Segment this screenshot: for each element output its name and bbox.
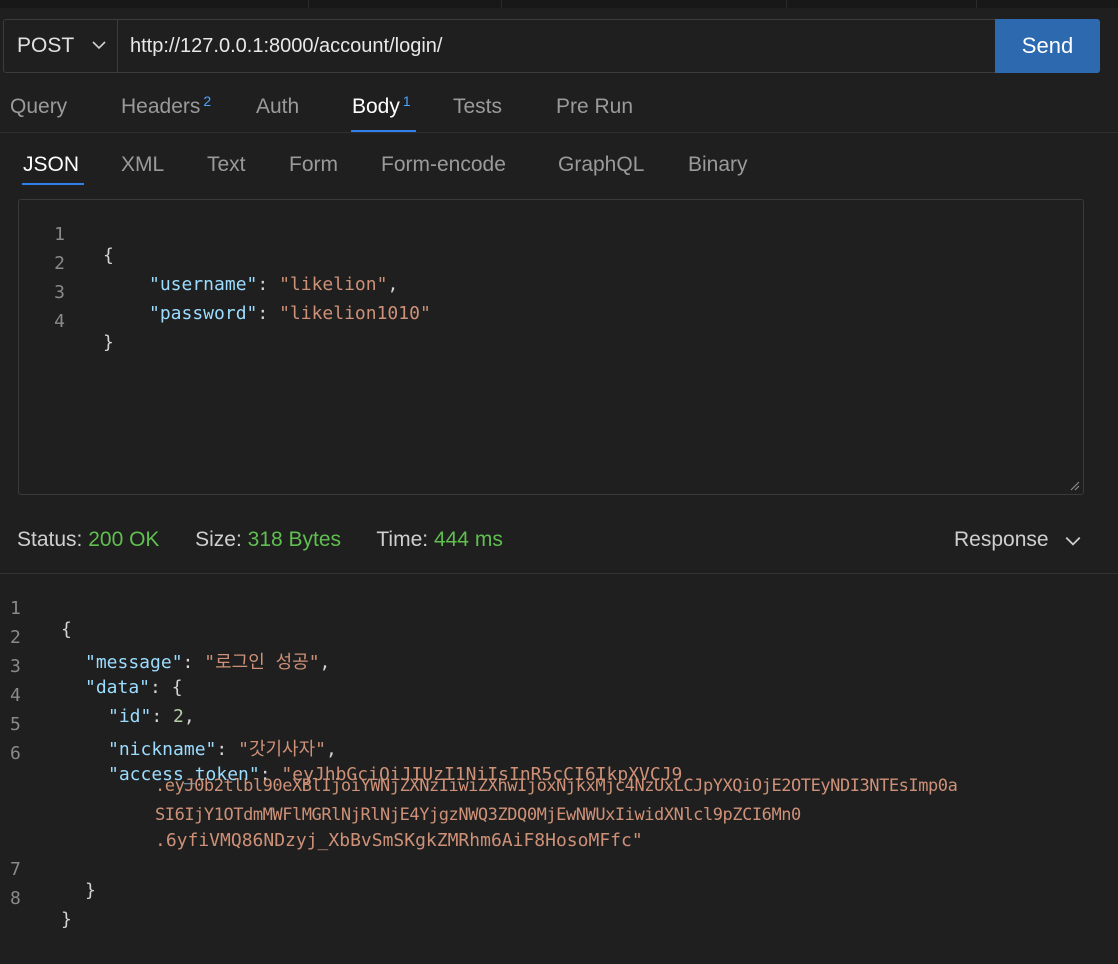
tab-badge: 1 [402, 93, 411, 109]
code-text: { [103, 245, 114, 266]
tab-query[interactable]: Query [10, 95, 67, 119]
code-line: 4 "id": 2, [0, 664, 195, 727]
time-label: Time: [376, 528, 429, 551]
code-line: 3 "data": { [0, 635, 183, 698]
method-label: POST [17, 34, 75, 57]
url-input[interactable]: http://127.0.0.1:8000/account/login/ [130, 20, 442, 72]
code-text: { [61, 619, 72, 640]
body-tab-text[interactable]: Text [207, 153, 246, 177]
body-tab-form[interactable]: Form [289, 153, 338, 177]
tab-auth[interactable]: Auth [256, 95, 299, 119]
chevron-down-icon [92, 41, 106, 50]
size-value: 318 Bytes [247, 528, 342, 551]
json-key: "password" [149, 303, 258, 324]
status-label: Status: [17, 528, 83, 551]
send-button[interactable]: Send [995, 19, 1100, 73]
method-select[interactable]: POST [4, 20, 118, 72]
line-number: 8 [10, 888, 21, 909]
code-line: 8 } [0, 867, 72, 930]
json-string: .6yfiVMQ86NDzyj_XbBvSmSKgkZMRhm6AiF8Hoso… [155, 830, 643, 851]
status-value: 200 OK [88, 528, 160, 551]
code-line: 5 "nickname": "갓기사자", [0, 693, 337, 760]
json-string: "likelion1010" [279, 303, 431, 324]
code-text: "password": "likelion1010" [149, 303, 431, 324]
json-key: "message" [85, 652, 183, 673]
url-bar: POST http://127.0.0.1:8000/account/login… [3, 19, 1100, 73]
code-text: } [103, 332, 114, 353]
json-string: "갓기사자" [238, 739, 326, 760]
top-tab-segment[interactable] [976, 0, 1118, 8]
json-key: "username" [149, 274, 258, 295]
tab-label: Headers [121, 95, 201, 118]
time-value: 444 ms [433, 528, 503, 551]
code-line: 2 "username": "likelion", [19, 232, 398, 295]
response-view-dropdown[interactable]: Response [954, 528, 1081, 552]
code-text: "data": { [85, 677, 183, 698]
json-key: "data" [85, 677, 151, 698]
json-key: "id" [108, 706, 152, 727]
body-tab-json[interactable]: JSON [23, 153, 79, 177]
chevron-down-icon [1065, 536, 1081, 546]
tab-pre-run[interactable]: Pre Run [556, 95, 633, 119]
body-tab-form-encode[interactable]: Form-encode [381, 153, 506, 177]
json-string: .eyJ0b2tlbl90eXBlIjoiYWNjZXNzIiwiZXhwIjo… [155, 776, 958, 825]
code-line-wrap: .6yfiVMQ86NDzyj_XbBvSmSKgkZMRhm6AiF8Hoso… [0, 809, 643, 851]
code-line: 7 } [0, 838, 96, 901]
tab-label: Body [352, 95, 400, 118]
body-tab-binary[interactable]: Binary [688, 153, 748, 177]
code-text: "nickname": "갓기사자", [108, 739, 337, 760]
divider [0, 573, 1118, 574]
body-tab-graphql[interactable]: GraphQL [558, 153, 644, 177]
tab-label: Pre Run [556, 95, 634, 118]
code-line: 1 { [0, 577, 72, 640]
code-text: } [85, 880, 96, 901]
tab-badge: 2 [203, 93, 212, 109]
json-key: "nickname" [108, 739, 217, 760]
tab-label: Auth [256, 95, 300, 118]
request-body-editor[interactable]: 1 { 2 "username": "likelion", 3 "passwor… [18, 199, 1084, 495]
top-tab-strip [0, 0, 1118, 8]
resize-handle-icon[interactable] [1068, 479, 1080, 491]
code-line: 2 "message": "로그인 성공", [0, 606, 330, 673]
code-line-wrap: .eyJ0b2tlbl90eXBlIjoiYWNjZXNzIiwiZXhwIjo… [0, 751, 958, 825]
tab-label: Tests [453, 95, 503, 118]
code-line: 1 { [19, 203, 114, 266]
top-tab-segment[interactable] [0, 0, 309, 8]
dropdown-label: Response [954, 528, 1049, 551]
top-tab-segment[interactable] [309, 0, 502, 8]
code-line: 3 "password": "likelion1010" [19, 261, 431, 324]
divider [0, 132, 1118, 133]
code-line: 4 } [19, 290, 114, 353]
code-line: 6 "access_token": "eyJhbGciOiJIUzI1NiIsI… [0, 722, 682, 785]
tab-label: Query [10, 95, 68, 118]
line-number: 4 [54, 311, 65, 332]
active-body-tab-indicator [22, 183, 84, 185]
body-tab-xml[interactable]: XML [121, 153, 164, 177]
size-label: Size: [195, 528, 242, 551]
code-text: "id": 2, [108, 706, 195, 727]
code-text: "username": "likelion", [149, 274, 399, 295]
tab-tests[interactable]: Tests [453, 95, 502, 119]
tab-body[interactable]: Body 1 [352, 93, 411, 119]
tab-headers[interactable]: Headers 2 [121, 93, 212, 119]
response-status-bar: Status: 200 OK Size: 318 Bytes Time: 444… [17, 528, 503, 552]
json-string: "likelion" [279, 274, 388, 295]
json-string: "로그인 성공" [204, 652, 320, 673]
json-number: 2 [173, 706, 184, 727]
code-text: "message": "로그인 성공", [85, 652, 331, 673]
top-tab-segment[interactable] [502, 0, 787, 8]
code-text: } [61, 909, 72, 930]
